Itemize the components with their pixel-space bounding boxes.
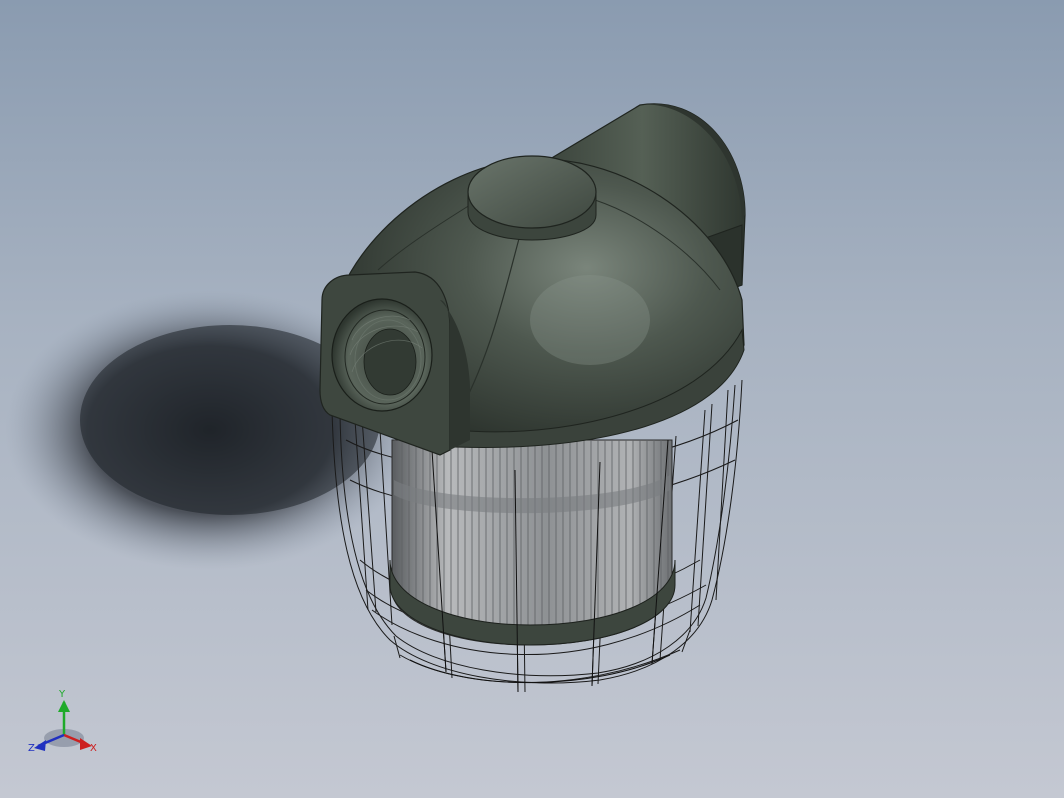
- model-scene[interactable]: Y X Z: [0, 0, 1064, 798]
- triad-y-label: Y: [58, 689, 66, 700]
- triad-z-arrow: [34, 740, 46, 751]
- triad-z-label: Z: [28, 743, 35, 754]
- filter-cartridge: [389, 439, 676, 646]
- triad-x-label: X: [90, 743, 97, 754]
- top-cap: [467, 155, 597, 241]
- graphics-viewport[interactable]: Y X Z: [0, 0, 1064, 798]
- orientation-triad[interactable]: Y X Z: [28, 689, 97, 754]
- triad-y-arrow: [58, 700, 70, 712]
